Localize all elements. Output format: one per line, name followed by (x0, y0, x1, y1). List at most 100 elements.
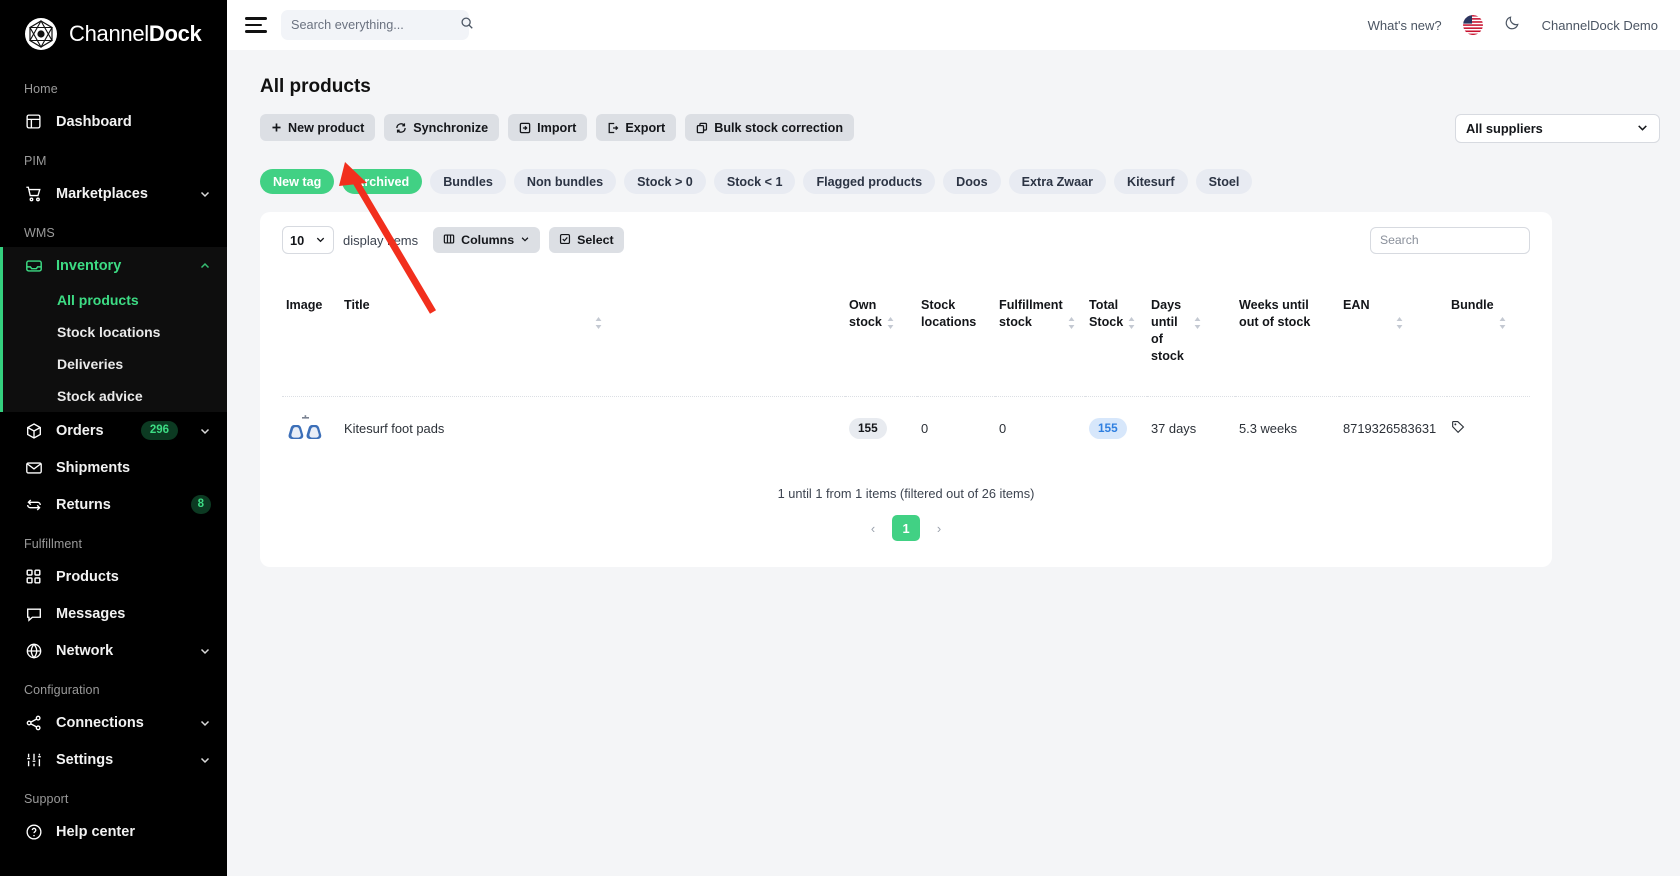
sidebar-item-settings[interactable]: Settings (0, 741, 227, 778)
sort-icon[interactable] (1194, 297, 1232, 334)
column-label: EAN (1343, 298, 1370, 312)
sort-icon[interactable] (595, 297, 841, 334)
chevron-down-icon (1636, 121, 1649, 137)
synchronize-button[interactable]: Synchronize (384, 114, 500, 141)
sync-icon (395, 122, 407, 134)
orders-count-badge: 296 (140, 421, 178, 440)
sidebar-item-connections[interactable]: Connections (0, 704, 227, 741)
tag-flagged-products[interactable]: Flagged products (803, 169, 936, 194)
sidebar-item-label: Settings (56, 751, 114, 768)
dashboard-icon (24, 112, 43, 131)
cell-title[interactable]: Kitesurf foot pads (340, 397, 845, 460)
supplier-filter-select[interactable]: All suppliers (1455, 114, 1660, 143)
sidebar-item-orders[interactable]: Orders 296 (0, 412, 227, 449)
tag-stock-lt-1[interactable]: Stock < 1 (713, 169, 796, 194)
tag-non-bundles[interactable]: Non bundles (513, 169, 617, 194)
sidebar-item-label: Dashboard (56, 113, 132, 130)
product-thumbnail[interactable] (286, 413, 324, 443)
table-search[interactable] (1370, 226, 1530, 254)
sidebar-item-label: Inventory (56, 257, 122, 274)
moon-icon[interactable] (1504, 14, 1521, 36)
global-search[interactable] (281, 10, 473, 40)
export-button[interactable]: Export (596, 114, 677, 141)
tag-bundles[interactable]: Bundles (430, 169, 506, 194)
chevron-down-icon (520, 233, 530, 247)
pagination-next[interactable]: › (929, 518, 949, 538)
tag-archived[interactable]: Archived (342, 169, 423, 194)
sidebar-section-wms: WMS (24, 226, 55, 240)
chat-icon (24, 604, 43, 623)
sidebar-item-label: Marketplaces (56, 185, 148, 202)
search-input[interactable] (291, 18, 454, 32)
sidebar-item-help-center[interactable]: Help center (0, 813, 227, 850)
columns-label: Columns (461, 233, 515, 247)
tag-stoel[interactable]: Stoel (1195, 169, 1253, 194)
column-header-bundle[interactable]: Bundle (1447, 268, 1530, 397)
sidebar-item-dashboard[interactable]: Dashboard (0, 103, 227, 140)
sidebar-item-inventory[interactable]: Inventory (3, 247, 227, 284)
table-search-input[interactable] (1380, 233, 1520, 247)
chevron-down-icon (199, 425, 211, 437)
pagination-prev[interactable]: ‹ (863, 518, 883, 538)
column-header-stock-locations[interactable]: Stock locations (917, 268, 995, 397)
whats-new-link[interactable]: What's new? (1368, 18, 1442, 33)
sidebar-item-stock-advice[interactable]: Stock advice (3, 380, 227, 412)
tag-icon[interactable] (1451, 420, 1465, 437)
cell-image (282, 397, 340, 460)
sidebar-item-shipments[interactable]: Shipments (0, 449, 227, 486)
import-label: Import (537, 120, 577, 135)
hamburger-icon[interactable] (245, 16, 267, 34)
page-title: All products (260, 76, 371, 97)
page-length-value: 10 (290, 232, 305, 248)
column-header-own-stock[interactable]: Own stock (845, 268, 917, 397)
copy-icon (696, 122, 708, 134)
sort-icon[interactable] (887, 297, 913, 334)
tag-kitesurf[interactable]: Kitesurf (1114, 169, 1188, 194)
sidebar-item-network[interactable]: Network (0, 632, 227, 669)
select-button[interactable]: Select (549, 227, 624, 253)
column-header-fulfillment-stock[interactable]: Fulfillment stock (995, 268, 1085, 397)
column-label: Days until of stock (1151, 298, 1184, 363)
select-label: Select (577, 233, 614, 247)
export-icon (607, 122, 619, 134)
new-product-button[interactable]: New product (260, 114, 376, 141)
columns-button[interactable]: Columns (433, 227, 541, 253)
column-header-total-stock[interactable]: Total Stock (1085, 268, 1147, 397)
tag-new-tag[interactable]: New tag (260, 169, 335, 194)
sidebar-item-products[interactable]: Products (0, 558, 227, 595)
page-length-select[interactable]: 10 (282, 226, 334, 254)
plus-icon (271, 122, 282, 133)
topbar: What's new? (227, 0, 1680, 50)
search-icon (460, 16, 474, 35)
sort-icon[interactable] (1128, 297, 1143, 334)
grid-icon (24, 567, 43, 586)
sidebar-item-deliveries[interactable]: Deliveries (3, 348, 227, 380)
tag-stock-gt-0[interactable]: Stock > 0 (624, 169, 706, 194)
column-header-ean[interactable]: EAN (1339, 268, 1447, 397)
column-header-days-until-out-of-stock[interactable]: Days until of stock (1147, 268, 1235, 397)
sidebar-item-stock-locations[interactable]: Stock locations (3, 316, 227, 348)
tag-doos[interactable]: Doos (943, 169, 1001, 194)
user-menu[interactable]: ChannelDock Demo (1542, 18, 1658, 33)
supplier-filter-value: All suppliers (1466, 121, 1543, 136)
box-icon (24, 421, 43, 440)
columns-icon (443, 233, 455, 248)
pagination-page-1[interactable]: 1 (892, 515, 920, 541)
table-toolbar: 10 display items Columns Select Search (282, 226, 1530, 254)
bulk-stock-correction-button[interactable]: Bulk stock correction (685, 114, 855, 141)
sidebar-item-all-products[interactable]: All products (3, 284, 227, 316)
sidebar-item-returns[interactable]: Returns 8 (0, 486, 227, 523)
chevron-up-icon (199, 260, 211, 272)
table-row[interactable]: Kitesurf foot pads 155 0 0 155 37 days 5… (282, 397, 1530, 460)
us-flag-icon[interactable] (1462, 15, 1483, 35)
products-table-card: 10 display items Columns Select Search I… (260, 212, 1552, 567)
column-header-title[interactable]: Title (340, 268, 845, 397)
import-button[interactable]: Import (508, 114, 588, 141)
sort-icon[interactable] (1068, 297, 1081, 334)
sidebar-item-messages[interactable]: Messages (0, 595, 227, 632)
sort-icon[interactable] (1396, 297, 1444, 334)
sidebar-item-marketplaces[interactable]: Marketplaces (0, 175, 227, 212)
tag-extra-zwaar[interactable]: Extra Zwaar (1008, 169, 1107, 194)
sort-icon[interactable] (1499, 297, 1526, 334)
brand-logo[interactable]: ChannelDock (0, 0, 227, 68)
